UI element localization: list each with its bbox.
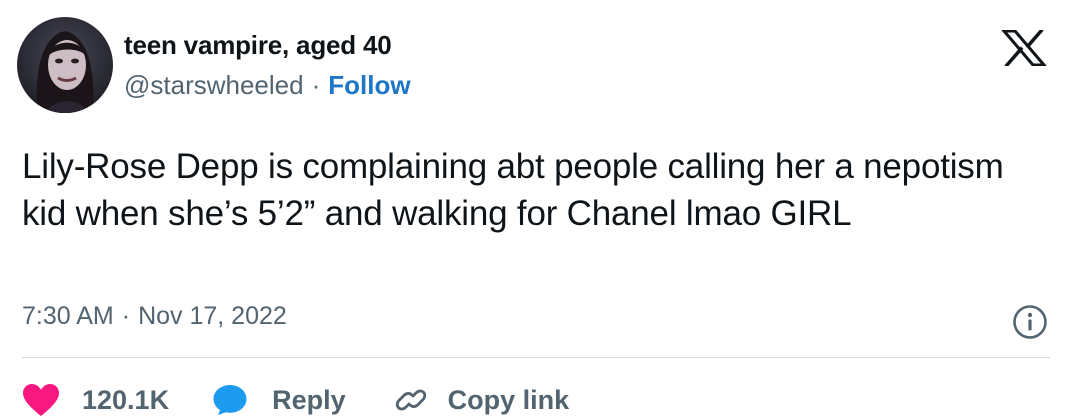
tweet-time[interactable]: 7:30 AM xyxy=(22,302,114,330)
follow-button[interactable]: Follow xyxy=(328,70,410,100)
tweet-date[interactable]: Nov 17, 2022 xyxy=(138,302,287,330)
action-bar: 120.1K Reply Copy link xyxy=(22,380,569,420)
speech-bubble-icon xyxy=(213,385,247,415)
handle-row: @starswheeled · Follow xyxy=(124,70,411,101)
info-icon[interactable] xyxy=(1012,304,1048,340)
avatar[interactable] xyxy=(17,17,113,113)
copy-link-button[interactable]: Copy link xyxy=(394,383,570,417)
link-icon xyxy=(395,389,426,411)
heart-icon xyxy=(23,384,59,416)
reply-label: Reply xyxy=(272,384,346,415)
timestamp-separator: · xyxy=(121,302,131,330)
tweet-timestamp[interactable]: 7:30 AM · Nov 17, 2022 xyxy=(22,302,287,331)
reply-button[interactable]: Reply xyxy=(212,384,346,416)
handle-separator: · xyxy=(311,70,321,100)
tweet-text: Lily-Rose Depp is complaining abt people… xyxy=(22,147,1004,233)
divider xyxy=(22,357,1050,358)
handle[interactable]: @starswheeled xyxy=(124,70,304,100)
x-logo-icon[interactable] xyxy=(1000,28,1048,68)
like-count: 120.1K xyxy=(82,384,170,415)
copy-link-label: Copy link xyxy=(447,384,570,415)
display-name[interactable]: teen vampire, aged 40 xyxy=(124,30,392,61)
like-button[interactable]: 120.1K xyxy=(22,383,169,417)
